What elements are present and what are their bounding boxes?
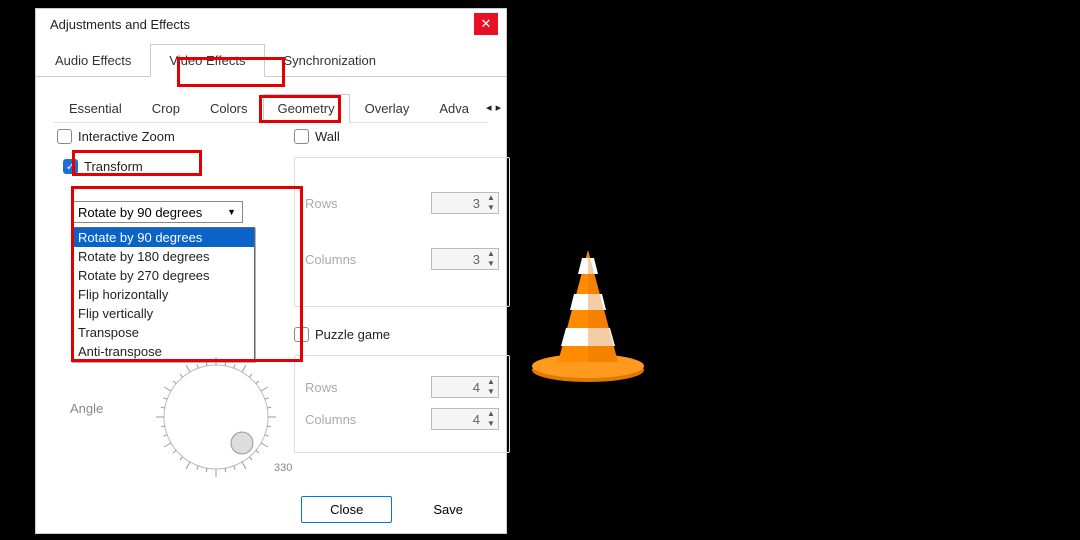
sub-tabs: Essential Crop Colors Geometry Overlay A… (54, 93, 488, 123)
checkbox-icon (294, 327, 309, 342)
spin-up-icon[interactable]: ▲ (484, 377, 498, 387)
close-icon[interactable]: ✕ (474, 13, 498, 35)
geometry-panel: Interactive Zoom ✓ Transform Rotate by 9… (36, 123, 506, 131)
tab-audio-effects[interactable]: Audio Effects (36, 44, 150, 77)
spin-up-icon[interactable]: ▲ (484, 249, 498, 259)
tab-crop[interactable]: Crop (137, 94, 195, 123)
dropdown-item[interactable]: Transpose (72, 323, 254, 342)
wall-rows-value: 3 (432, 196, 484, 211)
angle-label: Angle (70, 401, 103, 416)
wall-label: Wall (315, 129, 340, 144)
puzzle-cols-spinner[interactable]: 4 ▲▼ (431, 408, 499, 430)
dropdown-item[interactable]: Rotate by 180 degrees (72, 247, 254, 266)
spin-down-icon[interactable]: ▼ (484, 387, 498, 397)
transform-dropdown: Rotate by 90 degrees Rotate by 180 degre… (71, 227, 255, 362)
main-tabs: Audio Effects Video Effects Synchronizat… (36, 43, 506, 77)
interactive-zoom-label: Interactive Zoom (78, 129, 175, 144)
transform-combo[interactable]: Rotate by 90 degrees ▼ (71, 201, 243, 223)
angle-dial[interactable] (142, 343, 290, 491)
tab-overlay[interactable]: Overlay (350, 94, 425, 123)
tab-video-effects[interactable]: Video Effects (150, 44, 264, 77)
puzzle-checkbox[interactable]: Puzzle game (294, 327, 390, 342)
puzzle-rows-spinner[interactable]: 4 ▲▼ (431, 376, 499, 398)
puzzle-rows-label: Rows (305, 380, 338, 395)
spin-up-icon[interactable]: ▲ (484, 409, 498, 419)
close-button[interactable]: Close (301, 496, 392, 523)
save-button[interactable]: Save (404, 496, 492, 523)
puzzle-rows-value: 4 (432, 380, 484, 395)
checkbox-checked-icon: ✓ (63, 159, 78, 174)
wall-cols-spinner[interactable]: 3 ▲▼ (431, 248, 499, 270)
titlebar: Adjustments and Effects ✕ (36, 9, 506, 39)
spin-down-icon[interactable]: ▼ (484, 419, 498, 429)
wall-rows-label: Rows (305, 196, 338, 211)
spin-down-icon[interactable]: ▼ (484, 259, 498, 269)
tab-scroll-arrows: ◂ ▸ (484, 101, 503, 114)
wall-group: Rows 3 ▲▼ Columns 3 ▲▼ (294, 157, 510, 307)
interactive-zoom-checkbox[interactable]: Interactive Zoom (57, 129, 175, 144)
dropdown-item[interactable]: Rotate by 270 degrees (72, 266, 254, 285)
tab-synchronization[interactable]: Synchronization (265, 44, 396, 77)
checkbox-icon (57, 129, 72, 144)
spin-down-icon[interactable]: ▼ (484, 203, 498, 213)
transform-checkbox[interactable]: ✓ Transform (63, 159, 143, 174)
puzzle-group: Rows 4 ▲▼ Columns 4 ▲▼ (294, 355, 510, 453)
dialog-title: Adjustments and Effects (50, 17, 474, 32)
checkbox-icon (294, 129, 309, 144)
puzzle-cols-value: 4 (432, 412, 484, 427)
wall-cols-label: Columns (305, 252, 356, 267)
tab-geometry[interactable]: Geometry (263, 94, 350, 123)
wall-cols-value: 3 (432, 252, 484, 267)
tab-essential[interactable]: Essential (54, 94, 137, 123)
wall-checkbox[interactable]: Wall (294, 129, 340, 144)
angle-tick-330: 330 (274, 462, 292, 474)
adjustments-dialog: Adjustments and Effects ✕ Audio Effects … (35, 8, 507, 534)
tab-scroll-right-icon[interactable]: ▸ (494, 101, 504, 114)
transform-combo-value: Rotate by 90 degrees (78, 205, 202, 220)
tab-advanced[interactable]: Adva (424, 94, 484, 123)
transform-label: Transform (84, 159, 143, 174)
dropdown-item[interactable]: Flip vertically (72, 304, 254, 323)
dropdown-item[interactable]: Flip horizontally (72, 285, 254, 304)
vlc-cone-icon (526, 244, 650, 388)
puzzle-cols-label: Columns (305, 412, 356, 427)
wall-rows-spinner[interactable]: 3 ▲▼ (431, 192, 499, 214)
dropdown-item[interactable]: Rotate by 90 degrees (72, 228, 254, 247)
chevron-down-icon: ▼ (227, 207, 236, 217)
tab-colors[interactable]: Colors (195, 94, 263, 123)
spin-up-icon[interactable]: ▲ (484, 193, 498, 203)
puzzle-label: Puzzle game (315, 327, 390, 342)
dialog-footer: Close Save (301, 496, 492, 523)
tab-scroll-left-icon[interactable]: ◂ (484, 101, 494, 114)
